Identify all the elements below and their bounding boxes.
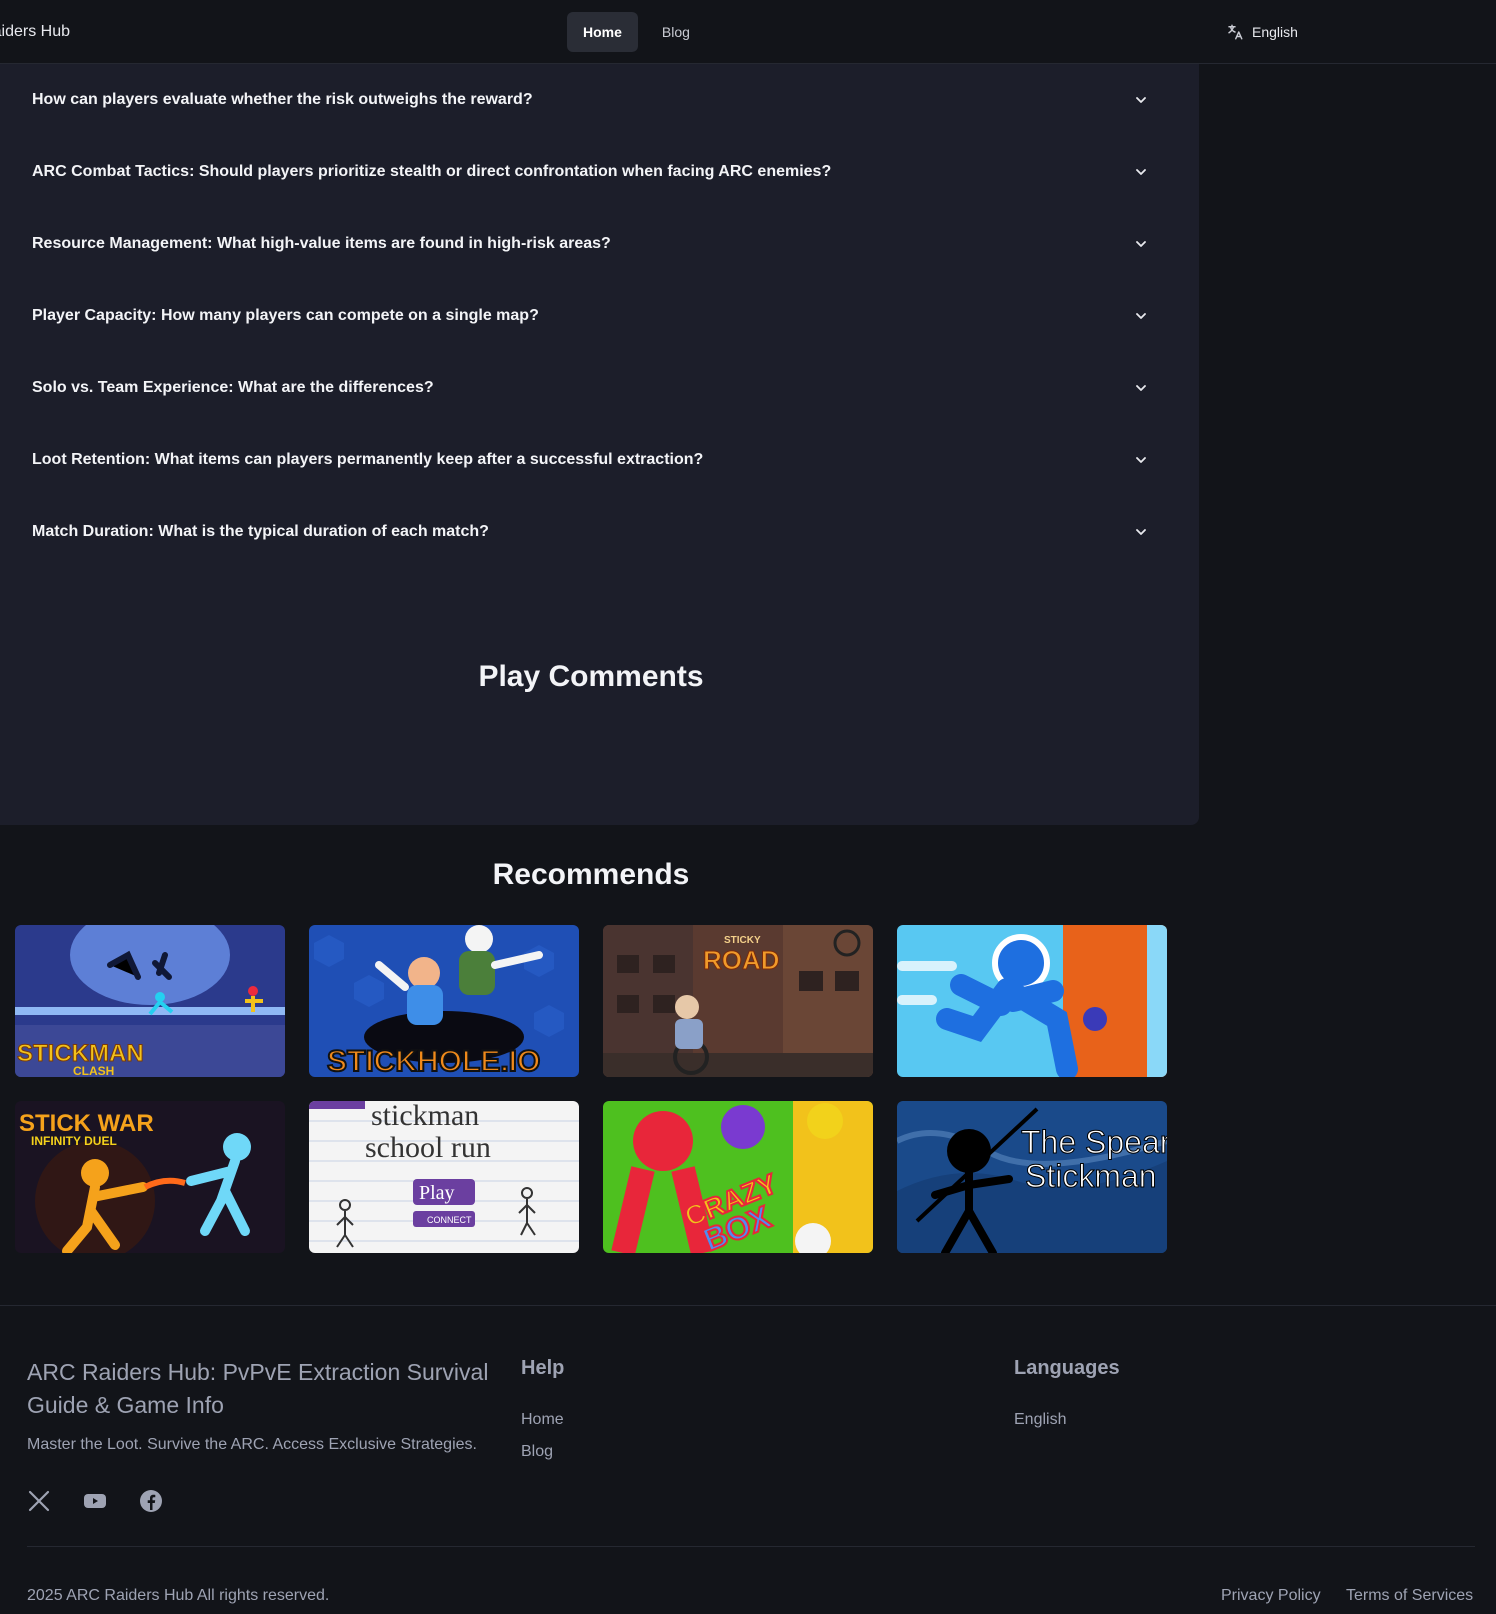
nav-blog-link[interactable]: Blog: [646, 12, 706, 52]
game-tile-stick-war[interactable]: STICK WAR INFINITY DUEL: [15, 1101, 285, 1253]
chevron-down-icon: [1136, 169, 1146, 175]
footer-title: ARC Raiders Hub: PvPvE Extraction Surviv…: [27, 1359, 489, 1418]
chevron-down-icon: [1136, 529, 1146, 535]
faq-item[interactable]: Match Duration: What is the typical dura…: [32, 496, 1154, 568]
game-tile-stickman-school-run[interactable]: stickman school run Play CONNECT: [309, 1101, 579, 1253]
footer-help-heading: Help: [521, 1357, 565, 1379]
faq-question: Resource Management: What high-value ite…: [32, 235, 611, 252]
game-thumbnail: STICK WAR INFINITY DUEL: [15, 1101, 285, 1253]
faq-item[interactable]: Loot Retention: What items can players p…: [32, 424, 1154, 496]
logo-subtext: CLASH: [73, 1064, 114, 1077]
faq-question: ARC Combat Tactics: Should players prior…: [32, 163, 832, 180]
terms-of-services-link[interactable]: Terms of Services: [1346, 1587, 1473, 1605]
game-thumbnail: stickman school run Play CONNECT: [309, 1101, 579, 1253]
faq-item[interactable]: How can players evaluate whether the ris…: [32, 64, 1154, 136]
game-tile-stickman-crazy-box[interactable]: CRAZY BOX: [603, 1101, 873, 1253]
social-links: [27, 1489, 163, 1513]
logo-subtext: Stickman: [1025, 1158, 1157, 1194]
footer-blog-link[interactable]: Blog: [521, 1443, 553, 1461]
recommends-heading: Recommends: [492, 858, 690, 891]
logo-text: ROAD: [703, 945, 780, 975]
play-button-label: Play: [419, 1182, 455, 1204]
page: ARC Raiders Hub Home Blog English How ca…: [0, 0, 1496, 1614]
translate-icon: [1228, 24, 1243, 40]
faq-question: Solo vs. Team Experience: What are the d…: [32, 379, 434, 396]
logo-text: The Spear: [1021, 1124, 1167, 1160]
main-nav: Home Blog: [567, 12, 706, 52]
game-thumbnail: [897, 925, 1167, 1077]
game-thumbnail: STICKY ROAD: [603, 925, 873, 1077]
footer-languages-heading: Languages: [1014, 1357, 1120, 1379]
site-brand[interactable]: ARC Raiders Hub: [0, 0, 70, 64]
faq-item[interactable]: ARC Combat Tactics: Should players prior…: [32, 136, 1154, 208]
chevron-down-icon: [1136, 313, 1146, 319]
game-thumbnail: STICKMAN CLASH: [15, 925, 285, 1077]
logo-subtext: INFINITY DUEL: [31, 1134, 117, 1148]
faq-question: Player Capacity: How many players can co…: [32, 307, 539, 324]
chevron-down-icon: [1136, 457, 1146, 463]
site-brand-label: ARC Raiders Hub: [0, 23, 70, 40]
site-footer: ARC Raiders Hub: PvPvE Extraction Surviv…: [0, 1305, 1496, 1614]
chevron-down-icon: [1136, 385, 1146, 391]
game-tile-spear-stickman[interactable]: The Spear Stickman: [897, 1101, 1167, 1253]
footer-divider: [27, 1546, 1475, 1547]
recommends-grid: STICKMAN CLASH STICKHOLE.IO STICKY ROAD …: [15, 925, 1167, 1253]
game-thumbnail: STICKHOLE.IO: [309, 925, 579, 1077]
play-comments-heading: Play Comments: [478, 660, 704, 693]
game-tile-stickman-run[interactable]: [897, 925, 1167, 1077]
facebook-icon[interactable]: [139, 1489, 163, 1513]
logo-subtext: school run: [365, 1131, 491, 1164]
logo-text: stickman: [371, 1101, 479, 1132]
chevron-down-icon: [1136, 241, 1146, 247]
youtube-icon[interactable]: [83, 1489, 107, 1513]
footer-language-english[interactable]: English: [1014, 1411, 1066, 1429]
game-thumbnail: The Spear Stickman: [897, 1101, 1167, 1253]
top-navbar: ARC Raiders Hub Home Blog English: [0, 0, 1496, 64]
game-tile-stickhole[interactable]: STICKHOLE.IO: [309, 925, 579, 1077]
footer-copyright: 2025 ARC Raiders Hub All rights reserved…: [27, 1587, 330, 1604]
logo-text: STICK WAR: [19, 1110, 154, 1137]
faq-item[interactable]: Player Capacity: How many players can co…: [32, 280, 1154, 352]
connect-button-label: CONNECT: [427, 1215, 472, 1225]
footer-home-link[interactable]: Home: [521, 1411, 564, 1429]
faq-question: Loot Retention: What items can players p…: [32, 451, 704, 468]
faq-section: How can players evaluate whether the ris…: [0, 64, 1199, 825]
game-thumbnail: CRAZY BOX: [603, 1101, 873, 1253]
chevron-down-icon: [1136, 97, 1146, 103]
faq-item[interactable]: Solo vs. Team Experience: What are the d…: [32, 352, 1154, 424]
faq-item[interactable]: Resource Management: What high-value ite…: [32, 208, 1154, 280]
faq-list: How can players evaluate whether the ris…: [32, 64, 1154, 568]
faq-question: How can players evaluate whether the ris…: [32, 91, 533, 108]
game-tile-stickman-clash[interactable]: STICKMAN CLASH: [15, 925, 285, 1077]
faq-question: Match Duration: What is the typical dura…: [32, 523, 489, 540]
language-selector[interactable]: English: [1226, 12, 1298, 52]
nav-home-link[interactable]: Home: [567, 12, 638, 52]
game-tile-sticky-road[interactable]: STICKY ROAD: [603, 925, 873, 1077]
x-icon[interactable]: [27, 1489, 51, 1513]
language-label: English: [1252, 24, 1298, 40]
footer-tagline: Master the Loot. Survive the ARC. Access…: [27, 1436, 477, 1453]
logo-text: STICKMAN: [17, 1040, 144, 1067]
logo-text: STICKHOLE.IO: [327, 1045, 540, 1077]
privacy-policy-link[interactable]: Privacy Policy: [1221, 1587, 1321, 1605]
